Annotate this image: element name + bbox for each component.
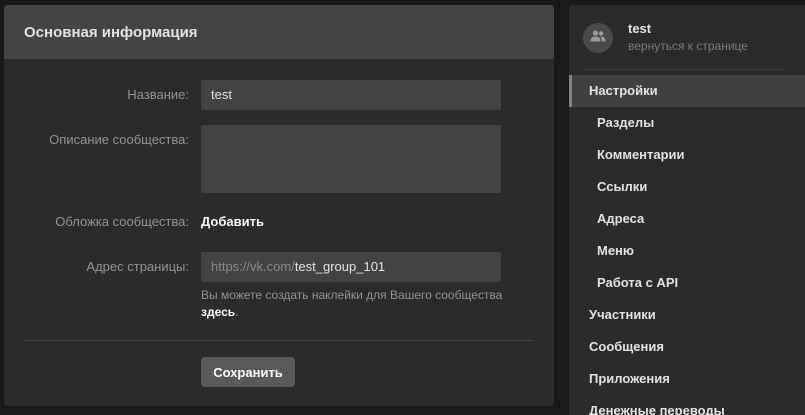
- add-cover-link[interactable]: Добавить: [201, 214, 264, 229]
- stickers-hint: Вы можете создать наклейки для Вашего со…: [201, 287, 541, 321]
- sidebar-item[interactable]: Ссылки: [569, 171, 805, 203]
- back-to-page-link[interactable]: вернуться к странице: [628, 38, 748, 54]
- sidebar-item[interactable]: Комментарии: [569, 139, 805, 171]
- form-divider: [24, 340, 534, 341]
- community-header[interactable]: test вернуться к странице: [583, 21, 748, 54]
- name-input[interactable]: [201, 80, 501, 110]
- panel-header: Основная информация: [4, 5, 554, 59]
- sidebar-item[interactable]: Денежные переводы: [569, 395, 805, 415]
- hint-end: .: [235, 305, 239, 319]
- description-textarea[interactable]: [201, 125, 501, 193]
- address-value: test_group_101: [294, 259, 386, 274]
- sidebar-item[interactable]: Настройки: [569, 75, 805, 107]
- sidebar-item[interactable]: Разделы: [569, 107, 805, 139]
- cover-label: Обложка сообщества:: [55, 214, 189, 229]
- hint-text: Вы можете создать наклейки для Вашего со…: [201, 288, 503, 302]
- name-label: Название:: [127, 87, 189, 102]
- people-icon: [590, 30, 606, 45]
- sidebar-item[interactable]: Адреса: [569, 203, 805, 235]
- sidebar-item[interactable]: Меню: [569, 235, 805, 267]
- address-input[interactable]: https://vk.com/test_group_101: [201, 252, 501, 282]
- community-text: test вернуться к странице: [628, 21, 748, 54]
- save-button[interactable]: Сохранить: [201, 357, 295, 387]
- sidebar: test вернуться к странице Настройки Разде…: [569, 5, 805, 415]
- address-label: Адрес страницы:: [86, 259, 189, 274]
- sidebar-item[interactable]: Участники: [569, 299, 805, 331]
- main-info-panel: Основная информация Название: Описание с…: [4, 5, 554, 406]
- sidebar-separator: [583, 69, 785, 70]
- panel-title: Основная информация: [24, 23, 198, 41]
- sidebar-item[interactable]: Работа с API: [569, 267, 805, 299]
- avatar: [583, 22, 613, 53]
- hint-link[interactable]: здесь: [201, 305, 235, 319]
- sidebar-item[interactable]: Приложения: [569, 363, 805, 395]
- address-prefix: https://vk.com/: [211, 259, 295, 274]
- description-label: Описание сообщества:: [49, 132, 189, 147]
- community-name[interactable]: test: [628, 21, 748, 37]
- sidebar-menu: Настройки Разделы Комментарии Ссылки Адреса М…: [569, 75, 805, 415]
- sidebar-item[interactable]: Сообщения: [569, 331, 805, 363]
